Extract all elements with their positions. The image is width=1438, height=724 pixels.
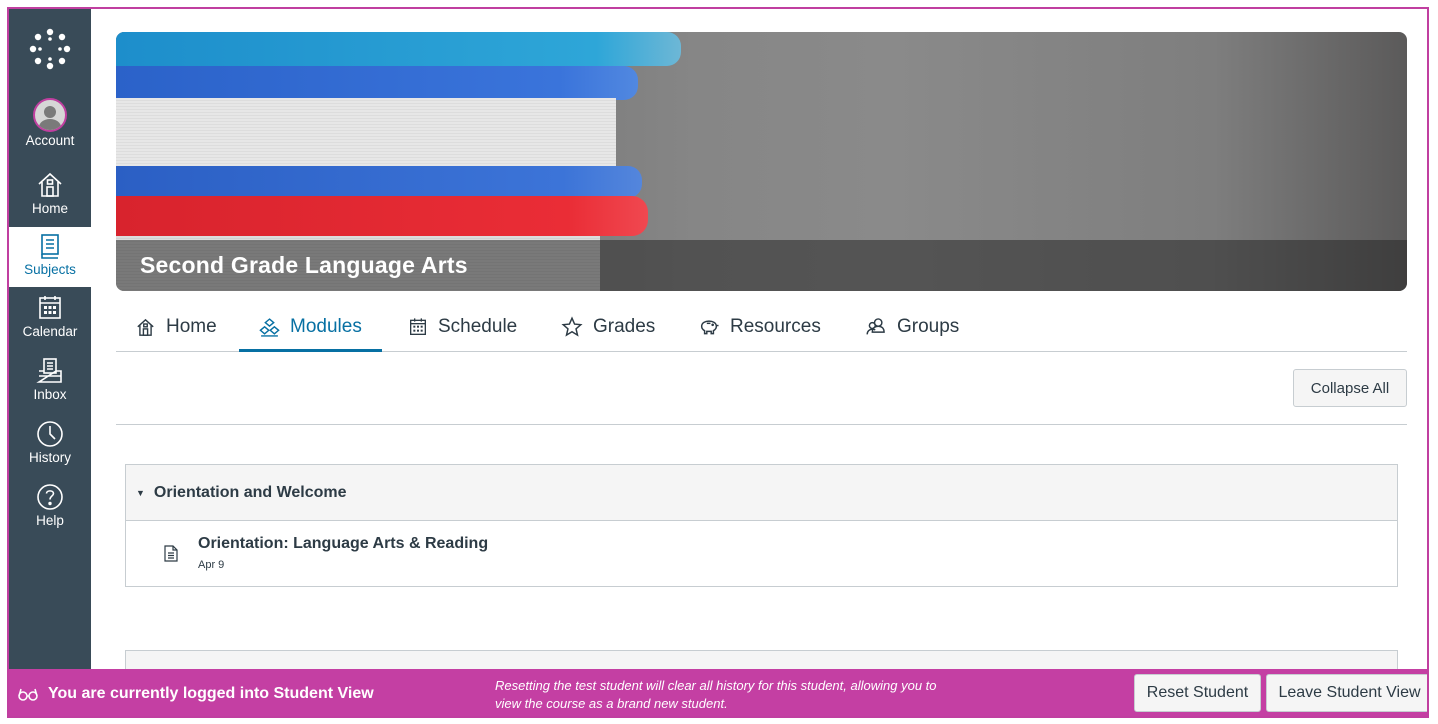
module-item-date: Apr 9 [198, 559, 225, 571]
nav-subjects[interactable]: Subjects [9, 227, 91, 287]
tab-modules-label: Modules [290, 316, 362, 337]
tab-grades-label: Grades [593, 316, 656, 337]
nav-inbox-label: Inbox [33, 387, 67, 402]
nav-calendar[interactable]: Calendar [9, 293, 91, 353]
nav-calendar-label: Calendar [22, 324, 78, 339]
module: ▼ Orientation and Welcome Orientation: L… [125, 464, 1398, 587]
hero-title-bar: Second Grade Language Arts [116, 240, 1407, 291]
module-item: Orientation: Language Arts & Reading Apr… [126, 521, 1397, 587]
nav-account[interactable]: Account [9, 98, 91, 158]
canvas-logo-icon[interactable] [28, 27, 72, 71]
course-title: Second Grade Language Arts [140, 252, 468, 278]
reset-student-button[interactable]: Reset Student [1134, 674, 1261, 712]
student-view-status: You are currently logged into Student Vi… [18, 685, 374, 703]
home-icon [137, 318, 154, 336]
page-icon [164, 545, 178, 562]
calendar-icon [39, 296, 61, 319]
glasses-icon [18, 688, 38, 701]
tab-resources[interactable]: Resources [698, 303, 821, 351]
piggy-bank-icon [700, 320, 719, 335]
nav-subjects-label: Subjects [24, 262, 76, 277]
caret-down-icon: ▼ [136, 487, 145, 498]
subjects-book-icon [41, 234, 59, 259]
tab-schedule[interactable]: Schedule [408, 303, 517, 351]
nav-account-label: Account [25, 133, 75, 148]
nav-home[interactable]: Home [9, 170, 91, 230]
tab-modules[interactable]: Modules [239, 303, 382, 352]
modules-icon [259, 317, 280, 337]
nav-history-label: History [28, 450, 71, 465]
app-window: Account Home Subjects Calendar Inbox His… [7, 7, 1429, 718]
reset-note: Resetting the test student will clear al… [495, 678, 937, 711]
student-view-status-text: You are currently logged into Student Vi… [48, 685, 374, 702]
help-icon [37, 484, 63, 510]
calendar-icon [410, 318, 426, 335]
clock-icon [37, 421, 63, 447]
tab-home[interactable]: Home [135, 303, 217, 351]
module-item-title[interactable]: Orientation: Language Arts & Reading [198, 535, 488, 553]
nav-home-label: Home [31, 201, 68, 216]
leave-student-view-button[interactable]: Leave Student View [1266, 674, 1427, 712]
course-tabs: Home Modules Schedule Grades Resources G… [116, 303, 1407, 352]
star-icon [561, 316, 583, 337]
nav-help-label: Help [36, 513, 64, 528]
nav-history[interactable]: History [9, 419, 91, 479]
tab-groups-label: Groups [897, 316, 960, 337]
home-icon [38, 172, 62, 197]
module-title: Orientation and Welcome [153, 483, 347, 501]
inbox-icon [36, 358, 62, 383]
student-view-bar: You are currently logged into Student Vi… [9, 669, 1427, 716]
groups-icon [866, 318, 885, 335]
nav-inbox[interactable]: Inbox [9, 356, 91, 416]
avatar [33, 98, 67, 132]
tab-resources-label: Resources [730, 316, 821, 337]
modules-toolbar: Collapse All [116, 352, 1407, 425]
tab-groups[interactable]: Groups [865, 303, 959, 351]
module-header[interactable]: ▼ Orientation and Welcome [126, 465, 1397, 521]
global-nav: Account Home Subjects Calendar Inbox His… [9, 9, 91, 669]
tab-home-label: Home [166, 316, 217, 337]
tab-schedule-label: Schedule [438, 316, 518, 337]
course-hero-image: Second Grade Language Arts [116, 32, 1407, 291]
tab-grades[interactable]: Grades [561, 303, 655, 351]
collapse-all-button[interactable]: Collapse All [1293, 369, 1407, 407]
nav-help[interactable]: Help [9, 482, 91, 542]
